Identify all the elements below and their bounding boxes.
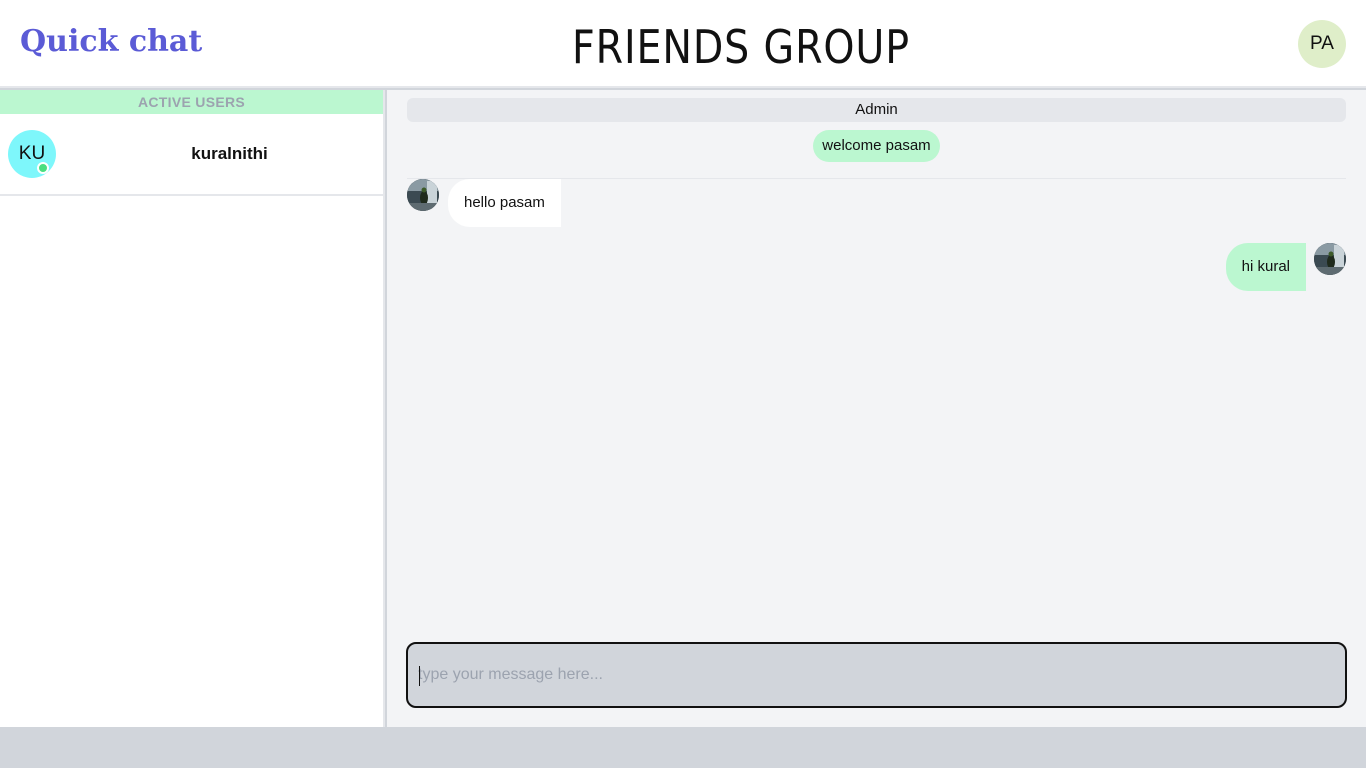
chat-app: Quick chat FRIENDS GROUP PA ACTIVE USERS… [0,0,1366,727]
room-title: FRIENDS GROUP [572,20,910,74]
admin-label: Admin [407,98,1346,122]
user-photo-icon [1314,243,1346,275]
online-status-icon [37,162,49,174]
chat-panel: Admin welcome pasam hello pasam hi kural [387,90,1366,727]
message-composer [406,642,1347,708]
user-name: kuralnithi [191,144,268,163]
system-message: welcome pasam [387,130,1366,162]
top-header: Quick chat FRIENDS GROUP PA [0,0,1366,88]
user-photo-icon [407,179,439,211]
my-avatar[interactable]: PA [1298,20,1346,68]
text-caret [419,666,420,686]
active-user-item[interactable]: KU kuralnithi [0,126,383,196]
sidebar: ACTIVE USERS KU kuralnithi [0,90,385,727]
message-input[interactable] [408,644,1345,706]
active-users-heading: ACTIVE USERS [0,90,383,114]
message-bubble-incoming: hello pasam [448,179,561,227]
message-bubble-outgoing: hi kural [1225,243,1306,291]
user-avatar: KU [8,130,56,178]
system-message-text: welcome pasam [813,130,940,162]
